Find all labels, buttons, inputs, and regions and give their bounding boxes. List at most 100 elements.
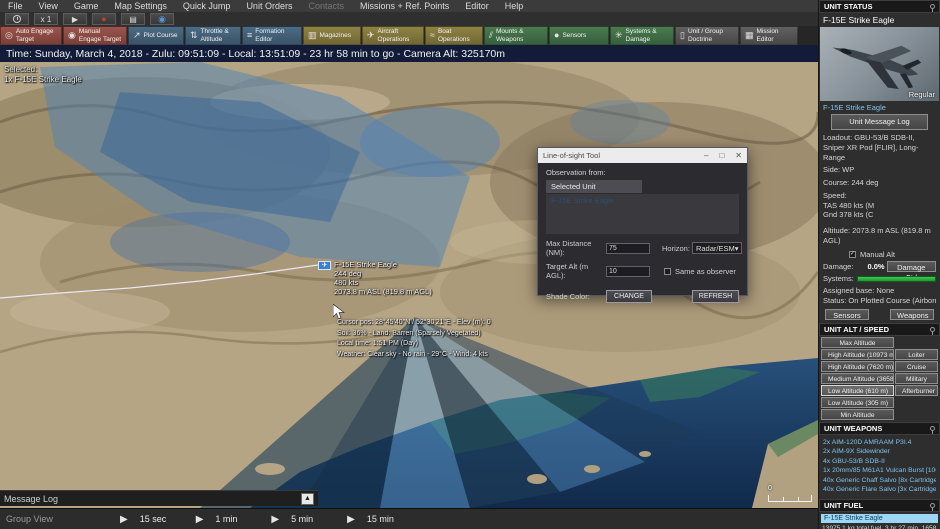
dialog-title: Line-of-sight Tool [543,151,600,160]
weapon-link[interactable]: 2x AIM-9X Sidewinder [823,447,936,457]
aircraft-operations-button[interactable]: ✈ Aircraft Operations [362,26,424,45]
unit-message-log-button[interactable]: Unit Message Log [831,114,928,130]
auto-engage-target-button[interactable]: ◎ Auto Engage Target [0,26,62,45]
interval-15min-label[interactable]: 15 min [367,514,397,524]
throttle-loiter-button[interactable]: Loiter [895,348,938,360]
cursor-localtime-line: Local time: 1:51 PM (Day) [337,340,418,347]
play-button[interactable]: ▶ [63,13,87,25]
menu-quick-jump[interactable]: Quick Jump [175,1,239,11]
high-altitude-10973-button[interactable]: High Altitude (10973 m) [821,348,894,360]
magazines-button[interactable]: ▥ Magazines [303,26,361,45]
interval-5min-label[interactable]: 5 min [291,514,321,524]
damage-ctrl-button[interactable]: Damage Ctrl [886,261,936,282]
app-window: File View Game Map Settings Quick Jump U… [0,0,940,529]
altitude-text: Altitude: 2073.8 m ASL (819.8 m AGL) [823,226,931,245]
min-altitude-button[interactable]: Min Altitude [821,408,894,420]
refresh-button[interactable]: REFRESH [692,290,739,303]
menu-map-settings[interactable]: Map Settings [106,1,175,11]
max-distance-input[interactable] [606,242,650,254]
boat-operations-button[interactable]: ≈ Boat Operations [425,26,483,45]
weapons-button[interactable]: Weapons [890,308,934,320]
medium-altitude-button[interactable]: Medium Altitude (3658 m) [821,372,894,384]
target-alt-input[interactable] [606,265,650,277]
maximize-icon[interactable]: □ [719,151,724,160]
step-1min-icon[interactable]: ▶ [196,514,204,525]
menu-editor[interactable]: Editor [457,1,497,11]
throttle-altitude-button[interactable]: ⇅ Throttle & Altitude [185,26,241,45]
globe-button[interactable]: ◉ [150,13,174,25]
plot-course-button[interactable]: ↗ Plot Course [128,26,184,45]
time-compression-button[interactable]: x 1 [34,13,58,25]
group-view-label[interactable]: Group View [6,514,94,524]
message-log-label: Message Log [4,493,59,504]
message-log-expand-button[interactable]: ▲ [301,492,314,505]
fuel-selected-unit[interactable]: F-15E Strike Eagle [821,513,938,523]
save-icon: ▤ [129,14,137,24]
low-altitude-305-button[interactable]: Low Altitude (305 m) [821,396,894,408]
interval-1min-label[interactable]: 1 min [215,514,245,524]
throttle-cruise-button[interactable]: Cruise [895,360,938,372]
selection-overlay: Selected: 1x F-15E Strike Eagle [4,65,82,86]
aircraft-ops-icon: ✈ [367,30,375,41]
same-as-observer-checkbox[interactable] [664,267,671,275]
weapon-link[interactable]: 1x 20mm/85 M61A1 Vulcan Burst [100 rnds] [823,466,936,476]
doctrine-icon: ▯ [680,30,685,41]
message-log-bar[interactable]: Message Log ▲ [0,490,318,506]
observer-list[interactable]: F-15E Strike Eagle [546,194,739,234]
step-15sec-icon[interactable]: ▶ [120,514,128,525]
menu-missions-ref-points[interactable]: Missions + Ref. Points [352,1,457,11]
unit-weapons-list: 2x AIM-120D AMRAAM P3I.4 2x AIM-9X Sidew… [819,435,940,499]
systems-damage-icon: ✳ [615,30,623,41]
auto-engage-icon: ◎ [5,30,13,41]
chevron-down-icon: ▾ [734,243,739,253]
minimize-icon[interactable]: – [704,151,708,160]
weapon-link[interactable]: 2x AIM-120D AMRAAM P3I.4 [823,438,936,448]
low-altitude-610-button[interactable]: Low Altitude (610 m) [821,384,894,396]
high-altitude-7620-button[interactable]: High Altitude (7620 m) [821,360,894,372]
line-of-sight-dialog[interactable]: Line-of-sight Tool – □ ✕ Observation fro… [537,147,748,303]
observer-list-item[interactable]: F-15E Strike Eagle [551,196,734,205]
dialog-title-bar[interactable]: Line-of-sight Tool – □ ✕ [538,148,747,163]
menu-unit-orders[interactable]: Unit Orders [238,1,300,11]
damage-value: 0.0% [867,261,885,271]
formation-editor-button[interactable]: ≡ Formation Editor [242,26,302,45]
pin-icon[interactable] [930,4,935,12]
unit-group-doctrine-button[interactable]: ▯ Unit / Group Doctrine [675,26,739,45]
time-bar: Time: Sunday, March 4, 2018 - Zulu: 09:5… [0,45,818,62]
throttle-military-button[interactable]: Military [895,372,938,384]
menu-view[interactable]: View [31,1,66,11]
manual-alt-checkbox[interactable]: ✓ [849,250,856,258]
pin-icon[interactable] [930,326,935,335]
unit-status-panel: UNIT STATUS F-15E Strike Eagle Regular F… [818,0,940,529]
manual-engage-target-button[interactable]: ◉ Manual Engage Target [63,26,127,45]
sensors-button[interactable]: Sensors [825,308,869,320]
change-color-button[interactable]: CHANGE [606,290,652,303]
tab-selected-unit[interactable]: Selected Unit [546,180,642,193]
formation-icon: ≡ [247,30,253,41]
menu-game[interactable]: Game [66,1,107,11]
weapon-link[interactable]: 4x GBU-53/B SDB-II [823,457,936,467]
game-clock-button[interactable] [5,13,29,25]
menu-file[interactable]: File [0,1,31,11]
mounts-weapons-button[interactable]: ⫽ Mounts & Weapons [484,26,548,45]
save-button[interactable]: ▤ [121,13,145,25]
step-15min-icon[interactable]: ▶ [347,514,355,525]
systems-label: Systems: [823,274,854,284]
interval-15sec-label[interactable]: 15 sec [140,514,170,524]
weapon-link[interactable]: 40x Generic Chaff Salvo [8x Cartridges] [823,476,936,486]
menu-help[interactable]: Help [497,1,532,11]
unit-db-link[interactable]: F-15E Strike Eagle [819,101,940,113]
throttle-afterburner-button[interactable]: Afterburner [895,384,938,396]
mission-editor-button[interactable]: ▦ Mission Editor [740,26,798,45]
max-altitude-button[interactable]: Max Altitude [821,336,894,348]
sensors-toolbar-button[interactable]: ● Sensors [549,26,609,45]
systems-damage-button[interactable]: ✳ Systems & Damage [610,26,674,45]
close-icon[interactable]: ✕ [735,151,742,160]
pin-icon[interactable] [930,425,935,434]
pin-icon[interactable] [930,502,935,511]
record-button[interactable]: ● [92,13,116,25]
weapon-link[interactable]: 40x Generic Flare Salvo [3x Cartridges, … [823,485,936,495]
step-5min-icon[interactable]: ▶ [271,514,279,525]
unit-map-icon[interactable]: ✈ [318,261,331,270]
horizon-select[interactable]: Radar/ESM ▾ [691,242,743,254]
